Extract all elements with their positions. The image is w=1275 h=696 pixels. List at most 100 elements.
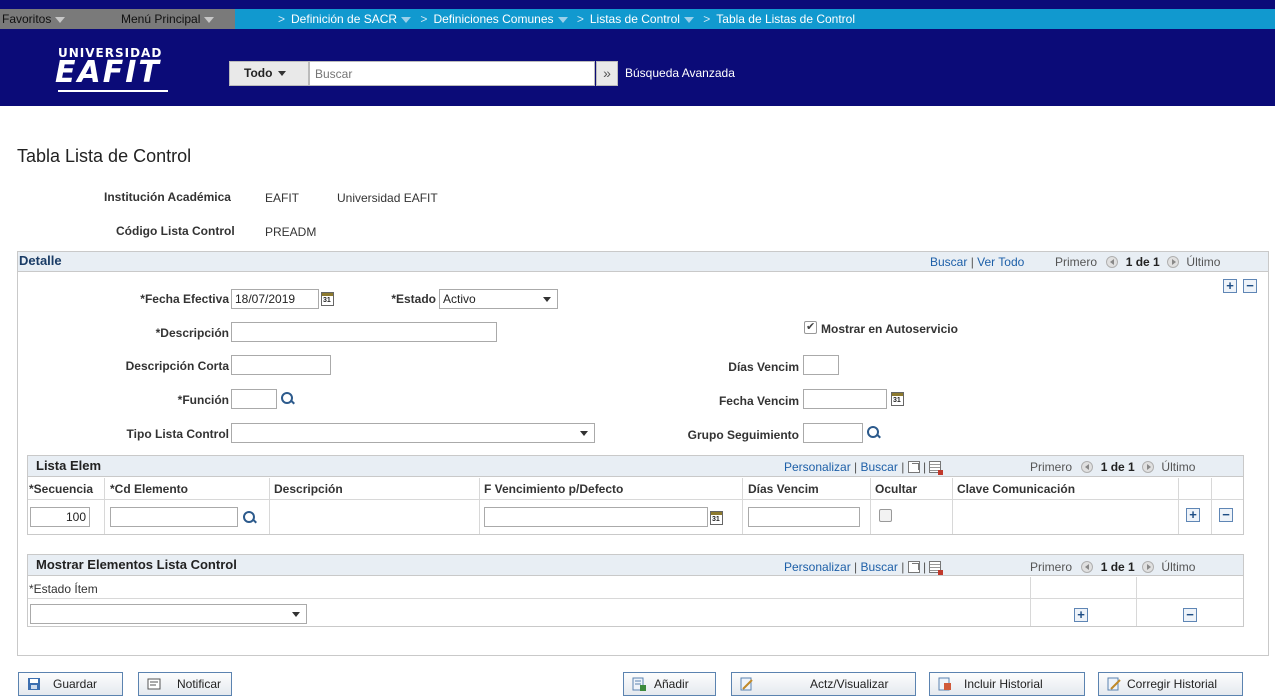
download-grid-icon[interactable] — [929, 461, 944, 475]
calendar-icon[interactable] — [891, 392, 904, 406]
institution-name: Universidad EAFIT — [337, 191, 438, 205]
items-last: Último — [1161, 460, 1196, 474]
prev-icon[interactable] — [1106, 256, 1119, 268]
favorites-label: Favoritos — [2, 12, 52, 26]
search-input[interactable] — [309, 61, 595, 86]
advanced-search-link[interactable]: Búsqueda Avanzada — [625, 66, 735, 80]
status-grid-title: Mostrar Elementos Lista Control — [36, 557, 237, 572]
popout-icon[interactable] — [907, 461, 920, 473]
function-label: *Función — [177, 393, 229, 407]
due-date-label: Fecha Vencim — [718, 394, 799, 408]
col-comm-key: Clave Comunicación — [957, 482, 1076, 496]
next-icon[interactable] — [1142, 461, 1155, 473]
next-icon[interactable] — [1142, 561, 1155, 573]
download-grid-icon[interactable] — [929, 561, 944, 575]
notify-button[interactable]: Notificar — [138, 672, 232, 696]
col-sep — [1178, 478, 1179, 534]
popout-icon[interactable] — [907, 561, 920, 573]
add-row-icon[interactable]: + — [1074, 608, 1088, 622]
default-due-date-field[interactable] — [484, 507, 708, 527]
short-description-field[interactable] — [231, 355, 331, 375]
chevron-down-icon[interactable] — [401, 16, 412, 23]
main-menu-label: Menú Principal — [121, 12, 201, 26]
lookup-icon[interactable] — [243, 511, 257, 525]
col-sep — [104, 478, 105, 534]
include-history-button[interactable]: Incluir Historial — [929, 672, 1085, 696]
personalize-link[interactable]: Personalizar — [784, 560, 851, 574]
add-row-icon[interactable]: + — [1186, 508, 1200, 522]
chevron-down-icon — [292, 612, 300, 617]
save-icon — [28, 678, 40, 690]
chevron-down-icon — [543, 297, 551, 302]
due-days-grid-field[interactable] — [748, 507, 860, 527]
personalize-link[interactable]: Personalizar — [784, 460, 851, 474]
col-sep — [1211, 478, 1212, 534]
chevron-down-icon — [55, 16, 66, 23]
add-button[interactable]: Añadir — [623, 672, 716, 696]
detail-view-all-link[interactable]: Ver Todo — [977, 255, 1024, 269]
breadcrumb-item-common-definitions[interactable]: Definiciones Comunes — [433, 12, 553, 26]
checklist-type-select[interactable] — [231, 423, 595, 443]
description-field[interactable] — [231, 322, 497, 342]
delete-row-icon[interactable]: − — [1219, 508, 1233, 522]
correct-history-icon — [1107, 677, 1121, 691]
save-label: Guardar — [53, 677, 98, 691]
status-count: 1 de 1 — [1100, 560, 1135, 574]
save-button[interactable]: Guardar — [18, 672, 123, 696]
items-grid-title: Lista Elem — [36, 458, 102, 473]
next-icon[interactable] — [1167, 256, 1180, 268]
breadcrumb: > Definición de SACR > Definiciones Comune… — [278, 12, 856, 26]
calendar-icon[interactable] — [710, 511, 723, 525]
add-icon — [632, 677, 646, 691]
function-field[interactable] — [231, 389, 277, 409]
add-row-icon[interactable]: + — [1223, 279, 1237, 293]
show-self-service-checkbox[interactable] — [804, 320, 817, 334]
logo: EAFIT — [55, 55, 161, 90]
detail-count: 1 de 1 — [1125, 255, 1160, 269]
tracking-group-label: Grupo Seguimiento — [687, 428, 799, 442]
main-menu[interactable]: Menú Principal — [117, 9, 235, 29]
col-hide: Ocultar — [875, 482, 918, 496]
chevron-down-icon[interactable] — [683, 16, 694, 23]
items-grid-tools: Personalizar | Buscar | | — [784, 460, 944, 475]
hide-checkbox[interactable] — [879, 509, 892, 522]
col-sep — [1030, 577, 1031, 626]
items-find-link[interactable]: Buscar — [861, 460, 898, 474]
delete-row-icon[interactable]: − — [1183, 608, 1197, 622]
detail-nav: Buscar | Ver Todo — [930, 255, 1025, 269]
breadcrumb-item-checklists[interactable]: Listas de Control — [590, 12, 680, 26]
calendar-icon[interactable] — [321, 292, 334, 306]
delete-row-icon[interactable]: − — [1243, 279, 1257, 293]
correct-history-label: Corregir Historial — [1127, 677, 1218, 691]
chevron-down-icon — [580, 431, 588, 436]
update-display-button[interactable]: Actz/Visualizar — [731, 672, 916, 696]
description-label: *Descripción — [155, 326, 229, 340]
status-select[interactable]: Activo — [439, 289, 558, 309]
lookup-icon[interactable] — [867, 426, 881, 440]
search-go-button[interactable]: » — [596, 61, 618, 86]
sequence-field[interactable] — [30, 507, 90, 527]
add-label: Añadir — [654, 677, 689, 691]
prev-icon[interactable] — [1081, 561, 1094, 573]
chevron-down-icon[interactable] — [557, 16, 568, 23]
detail-find-link[interactable]: Buscar — [930, 255, 967, 269]
search-scope-select[interactable]: Todo — [229, 61, 309, 86]
col-sep — [870, 478, 871, 534]
effective-date-field[interactable] — [231, 289, 319, 309]
grid-divider — [28, 499, 1243, 500]
status-first: Primero — [1030, 560, 1073, 574]
breadcrumb-item-sacr[interactable]: Definición de SACR — [291, 12, 397, 26]
item-status-select[interactable] — [30, 604, 307, 624]
favorites-menu[interactable]: Favoritos — [0, 9, 117, 29]
chevron-down-icon — [204, 16, 215, 23]
item-code-field[interactable] — [110, 507, 238, 527]
prev-icon[interactable] — [1081, 461, 1094, 473]
tracking-group-field[interactable] — [803, 423, 863, 443]
lookup-icon[interactable] — [281, 392, 295, 406]
due-days-field[interactable] — [803, 355, 839, 375]
items-grid-pager: Primero 1 de 1 Último — [1030, 460, 1195, 474]
status-find-link[interactable]: Buscar — [861, 560, 898, 574]
col-sep — [479, 478, 480, 534]
due-date-field[interactable] — [803, 389, 887, 409]
correct-history-button[interactable]: Corregir Historial — [1098, 672, 1243, 696]
